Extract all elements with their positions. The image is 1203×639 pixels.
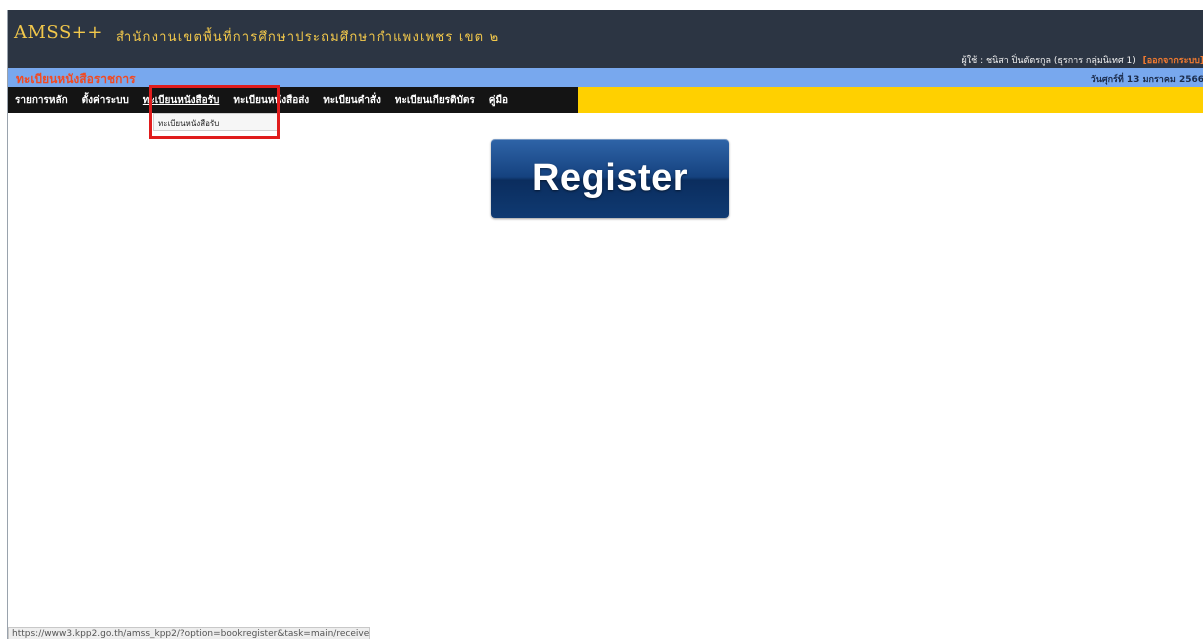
main-nav: รายการหลัก ตั้งค่าระบบ ทะเบียนหนังสือรับ…: [8, 87, 1203, 113]
register-button[interactable]: Register: [491, 139, 729, 218]
user-info-bar: ผู้ใช้ : ชนิสา ปิ่นตัตรกูล (ธุรการ กลุ่ม…: [961, 53, 1203, 67]
nav-item-incoming-register[interactable]: ทะเบียนหนังสือรับ: [136, 93, 227, 108]
status-url: https://www3.kpp2.go.th/amss_kpp2/?optio…: [12, 629, 370, 639]
browser-page: AMSS++ สำนักงานเขตพื้นที่การศึกษาประถมศึ…: [7, 10, 1203, 639]
status-bar: https://www3.kpp2.go.th/amss_kpp2/?optio…: [8, 627, 370, 639]
nav-item-settings[interactable]: ตั้งค่าระบบ: [75, 93, 136, 108]
nav-item-main-list[interactable]: รายการหลัก: [8, 93, 75, 108]
user-info: ผู้ใช้ : ชนิสา ปิ่นตัตรกูล (ธุรการ กลุ่ม…: [961, 56, 1136, 66]
logout-link[interactable]: [ออกจากระบบ]: [1143, 56, 1203, 66]
nav-menu: รายการหลัก ตั้งค่าระบบ ทะเบียนหนังสือรับ…: [8, 87, 578, 113]
nav-item-manual[interactable]: คู่มือ: [482, 93, 515, 108]
incoming-register-dropdown: ทะเบียนหนังสือรับ: [153, 113, 278, 131]
register-button-label: Register: [531, 157, 689, 199]
section-bar: ทะเบียนหนังสือราชการ วันศุกร์ที่ 13 มกรา…: [8, 68, 1203, 87]
current-date: วันศุกร์ที่ 13 มกราคม 2566: [1090, 75, 1203, 85]
dropdown-item-incoming-register[interactable]: ทะเบียนหนังสือรับ: [158, 117, 219, 130]
brand-logo[interactable]: AMSS++: [14, 22, 103, 43]
site-header: AMSS++ สำนักงานเขตพื้นที่การศึกษาประถมศึ…: [8, 10, 1203, 68]
nav-item-outgoing-register[interactable]: ทะเบียนหนังสือส่ง: [226, 93, 316, 108]
nav-item-order-register[interactable]: ทะเบียนคำสั่ง: [316, 93, 388, 108]
nav-item-certificate-register[interactable]: ทะเบียนเกียรติบัตร: [388, 93, 482, 108]
org-name: สำนักงานเขตพื้นที่การศึกษาประถมศึกษากำแพ…: [116, 30, 500, 45]
